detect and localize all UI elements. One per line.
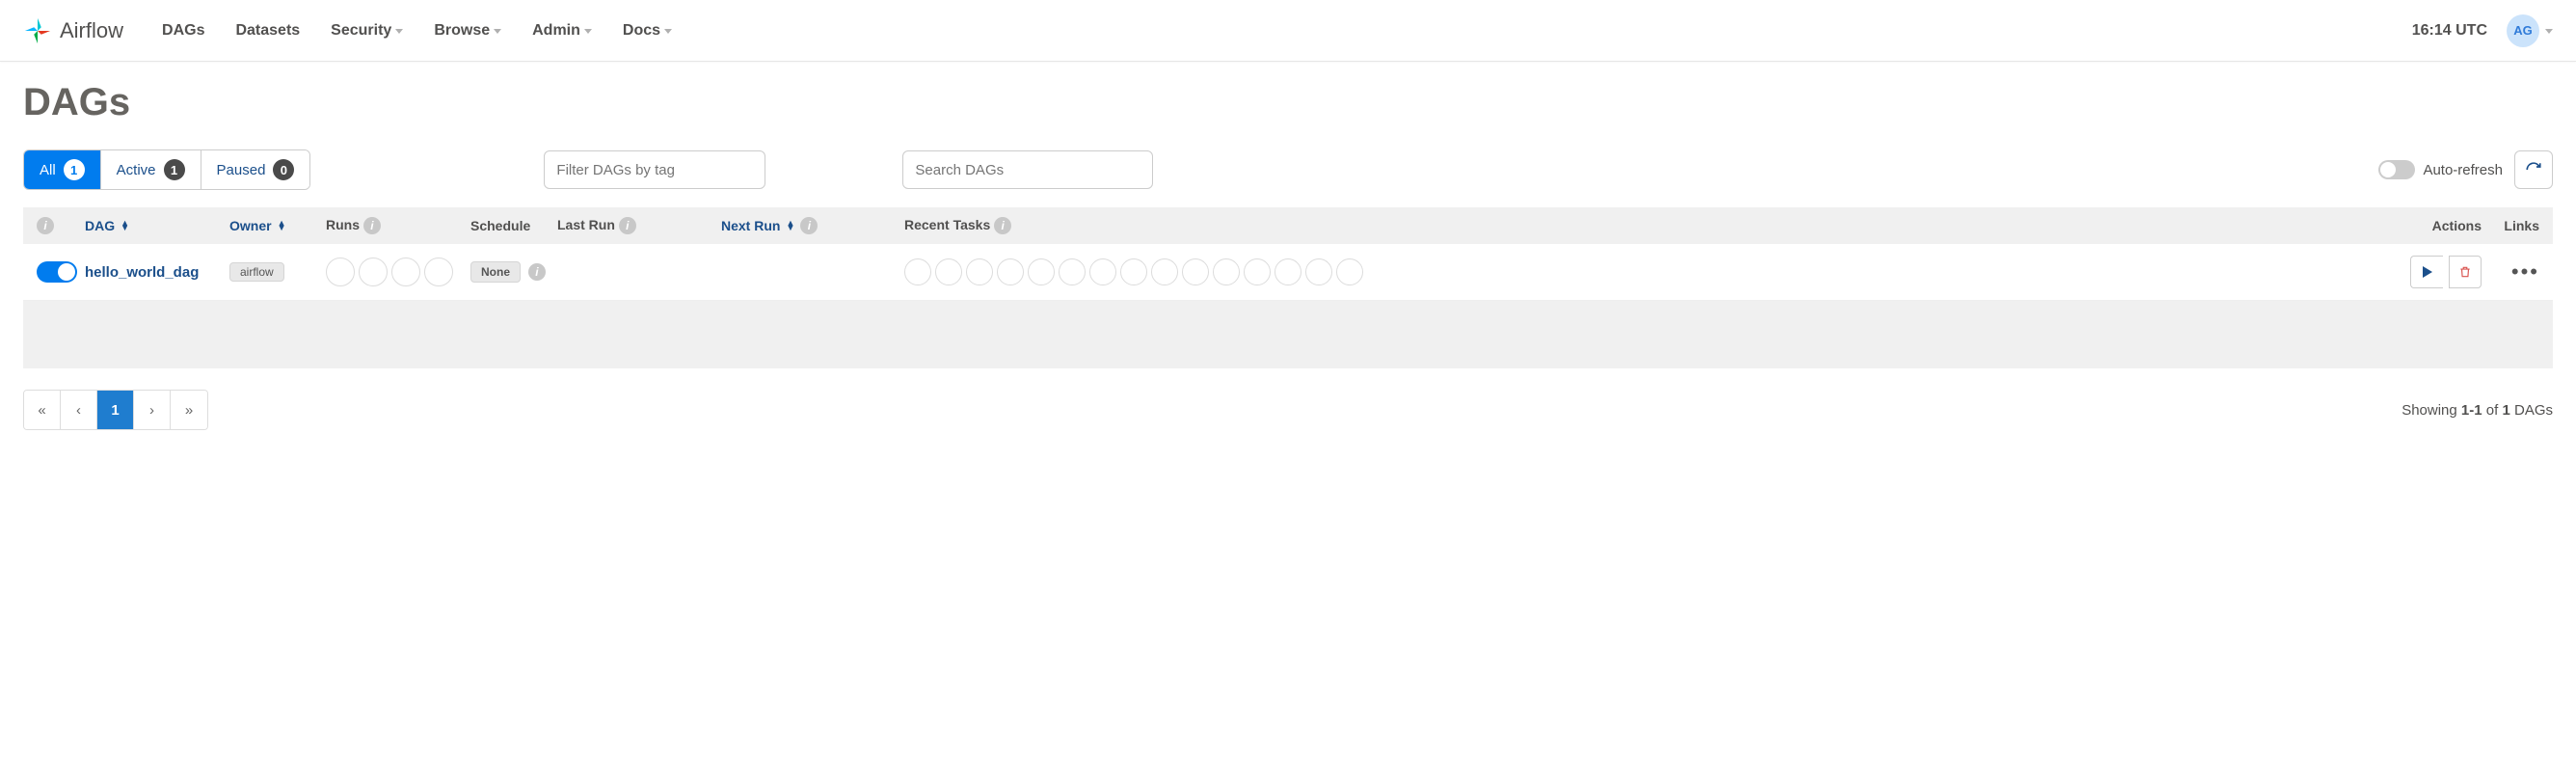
col-last-run: Last Run i (557, 217, 721, 234)
sort-icon: ▲▼ (278, 221, 286, 230)
schedule-badge[interactable]: None (470, 261, 521, 283)
user-menu[interactable]: AG (2507, 14, 2553, 47)
showing-text: Showing 1-1 of 1 DAGs (2402, 402, 2553, 419)
info-icon[interactable]: i (800, 217, 818, 234)
brand[interactable]: Airflow (23, 16, 123, 45)
filter-active-button[interactable]: Active 1 (101, 150, 201, 189)
task-circle (1244, 258, 1271, 285)
task-circle (1059, 258, 1086, 285)
pager-prev-button[interactable]: ‹ (61, 391, 97, 429)
navbar: Airflow DAGs Datasets Security Browse Ad… (0, 0, 2576, 62)
nav-docs[interactable]: Docs (623, 22, 672, 40)
toggle-off-icon (2378, 160, 2415, 179)
task-circle (904, 258, 931, 285)
refresh-icon (2525, 161, 2542, 178)
col-actions: Actions (2375, 218, 2482, 233)
chevron-down-icon (664, 29, 672, 34)
info-icon[interactable]: i (994, 217, 1011, 234)
trigger-dag-button[interactable] (2410, 256, 2443, 288)
chevron-down-icon (395, 29, 403, 34)
run-circle (359, 258, 388, 286)
task-circle (1275, 258, 1301, 285)
col-dag[interactable]: DAG ▲▼ (85, 218, 229, 233)
runs-circles[interactable] (326, 258, 470, 286)
dag-pause-toggle[interactable] (37, 261, 77, 283)
filter-paused-count: 0 (273, 159, 294, 180)
task-circle (966, 258, 993, 285)
table-header: i DAG ▲▼ Owner ▲▼ Runs i Schedule Last R… (23, 207, 2553, 244)
pager-first-button[interactable]: « (24, 391, 61, 429)
dag-table: i DAG ▲▼ Owner ▲▼ Runs i Schedule Last R… (23, 207, 2553, 368)
col-schedule: Schedule (470, 218, 557, 233)
nav-browse[interactable]: Browse (434, 22, 501, 40)
pager-last-button[interactable]: » (171, 391, 207, 429)
table-padding (23, 301, 2553, 368)
more-links-button[interactable]: ••• (2511, 259, 2539, 285)
trash-icon (2458, 265, 2472, 279)
info-icon[interactable]: i (363, 217, 381, 234)
task-circle (1336, 258, 1363, 285)
nav-datasets[interactable]: Datasets (235, 22, 300, 40)
task-circle (935, 258, 962, 285)
avatar: AG (2507, 14, 2539, 47)
chevron-down-icon (584, 29, 592, 34)
run-circle (326, 258, 355, 286)
pager-next-button[interactable]: › (134, 391, 171, 429)
sort-icon: ▲▼ (786, 221, 794, 230)
clock[interactable]: 16:14 UTC (2412, 22, 2487, 40)
pager: « ‹ 1 › » (23, 390, 208, 430)
col-next-run[interactable]: Next Run ▲▼ i (721, 217, 904, 234)
task-circle (1182, 258, 1209, 285)
task-circle (997, 258, 1024, 285)
status-filter-group: All 1 Active 1 Paused 0 (23, 149, 310, 190)
col-recent-tasks: Recent Tasks i (904, 217, 2375, 234)
dag-id-link[interactable]: hello_world_dag (85, 264, 199, 281)
airflow-logo-icon (23, 16, 52, 45)
nav-right: 16:14 UTC AG (2412, 14, 2553, 47)
info-icon[interactable]: i (528, 263, 546, 281)
pagination-row: « ‹ 1 › » Showing 1-1 of 1 DAGs (23, 390, 2553, 430)
page-title: DAGs (23, 81, 2553, 124)
filter-all-button[interactable]: All 1 (24, 150, 101, 189)
task-circle (1305, 258, 1332, 285)
task-circle (1089, 258, 1116, 285)
chevron-down-icon (494, 29, 501, 34)
run-circle (391, 258, 420, 286)
nav-links: DAGs Datasets Security Browse Admin Docs (162, 22, 2412, 40)
pager-page-button[interactable]: 1 (97, 391, 134, 429)
chevron-down-icon (2545, 29, 2553, 34)
nav-admin[interactable]: Admin (532, 22, 592, 40)
filter-active-count: 1 (164, 159, 185, 180)
table-row: hello_world_dag airflow None i (23, 244, 2553, 301)
info-icon[interactable]: i (619, 217, 636, 234)
task-circle (1151, 258, 1178, 285)
sort-icon: ▲▼ (121, 221, 129, 230)
filter-all-count: 1 (64, 159, 85, 180)
auto-refresh-toggle[interactable]: Auto-refresh (2378, 160, 2503, 179)
task-circle (1213, 258, 1240, 285)
nav-security[interactable]: Security (331, 22, 403, 40)
play-icon (2422, 266, 2433, 278)
nav-dags[interactable]: DAGs (162, 22, 204, 40)
brand-name: Airflow (60, 18, 123, 43)
filter-bar: All 1 Active 1 Paused 0 Auto-refresh (23, 149, 2553, 190)
run-circle (424, 258, 453, 286)
owner-badge[interactable]: airflow (229, 262, 284, 282)
task-circle (1028, 258, 1055, 285)
col-runs: Runs i (326, 217, 470, 234)
recent-tasks-circles[interactable] (904, 258, 2375, 285)
col-owner[interactable]: Owner ▲▼ (229, 218, 326, 233)
refresh-button[interactable] (2514, 150, 2553, 189)
delete-dag-button[interactable] (2449, 256, 2482, 288)
col-links: Links (2482, 218, 2539, 233)
tag-filter-input[interactable] (544, 150, 765, 189)
info-icon[interactable]: i (37, 217, 54, 234)
filter-paused-button[interactable]: Paused 0 (201, 150, 310, 189)
task-circle (1120, 258, 1147, 285)
search-input[interactable] (902, 150, 1153, 189)
